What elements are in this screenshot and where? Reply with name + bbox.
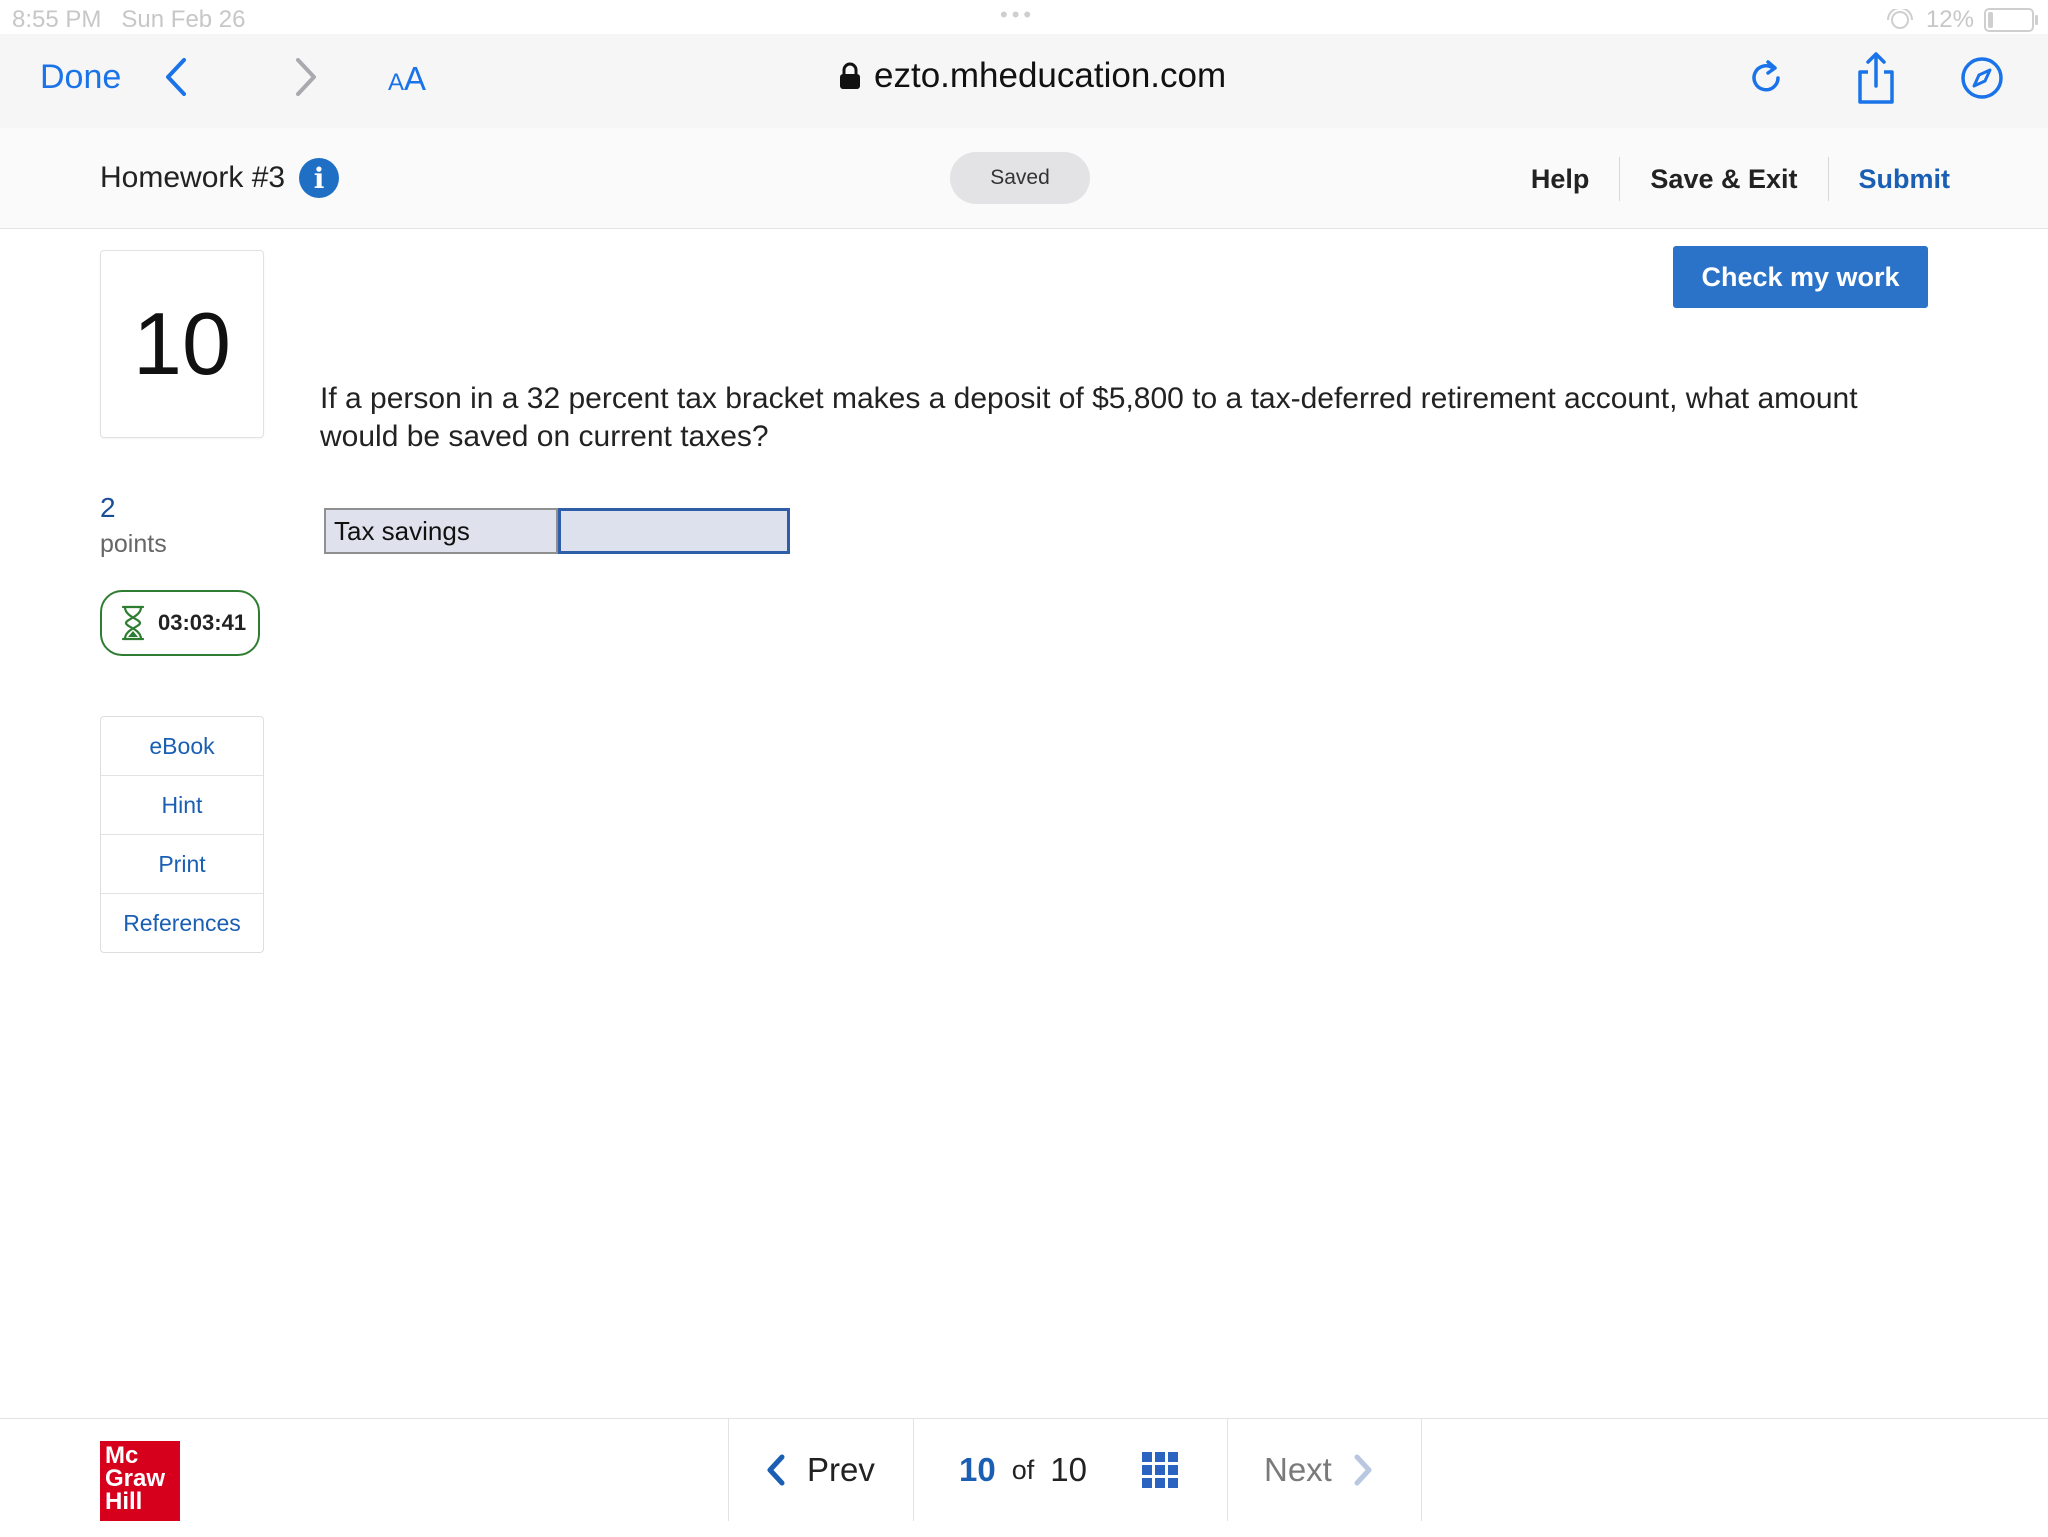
- lock-icon: [840, 62, 860, 89]
- tax-savings-input[interactable]: [558, 508, 790, 554]
- points-value: 2: [100, 492, 116, 523]
- share-icon[interactable]: [1848, 48, 1904, 108]
- question-number-card: 10: [100, 250, 264, 438]
- text-size-button[interactable]: AA: [388, 60, 426, 98]
- next-button[interactable]: Next: [1228, 1419, 1421, 1521]
- battery-icon: [1984, 8, 2038, 32]
- orientation-lock-icon: [1886, 9, 1913, 29]
- hint-link[interactable]: Hint: [101, 775, 263, 834]
- status-time: 8:55 PM Sun Feb 26: [12, 6, 246, 34]
- timer-text: 03:03:41: [158, 610, 247, 635]
- assignment-title-text: Homework #3: [100, 161, 286, 194]
- references-link[interactable]: References: [101, 893, 263, 952]
- grid-icon[interactable]: [1141, 1451, 1179, 1489]
- reload-icon[interactable]: [1738, 48, 1794, 108]
- hourglass-icon: [121, 605, 145, 641]
- info-icon[interactable]: i: [299, 158, 340, 198]
- text-size-small: A: [388, 69, 405, 96]
- ebook-link[interactable]: eBook: [101, 717, 263, 775]
- of-label: of: [1011, 1454, 1035, 1485]
- save-status-badge: Saved: [950, 152, 1090, 204]
- next-label: Next: [1264, 1451, 1332, 1488]
- points-label: points: [100, 530, 167, 558]
- multitasking-dots-icon[interactable]: •••: [1000, 2, 1035, 28]
- total-pages: 10: [1050, 1451, 1087, 1488]
- chevron-right-icon: [1354, 1454, 1372, 1486]
- timer-badge: 03:03:41: [100, 590, 260, 656]
- battery-percent: 12%: [1925, 6, 1974, 33]
- question-pager: Prev 10 of 10 Next: [728, 1419, 1422, 1521]
- question-tools: eBook Hint Print References: [100, 716, 264, 953]
- compass-icon[interactable]: [1954, 48, 2010, 108]
- status-right: 12%: [1884, 6, 2038, 34]
- prev-button[interactable]: Prev: [729, 1419, 914, 1521]
- answer-row: Tax savings: [324, 508, 790, 554]
- submit-link[interactable]: Submit: [1827, 157, 1950, 201]
- page-indicator[interactable]: 10 of 10: [914, 1419, 1228, 1521]
- assignment-header: Homework #3 i Saved Help Save & Exit Sub…: [0, 128, 2048, 229]
- help-link[interactable]: Help: [1501, 157, 1620, 201]
- forward-chevron-icon[interactable]: [284, 52, 328, 102]
- back-chevron-icon[interactable]: [156, 52, 200, 102]
- current-page: 10: [959, 1451, 996, 1488]
- browser-toolbar: Done AA ezto.mheducation.com: [0, 34, 2048, 130]
- footer: Mc Graw Hill Prev 10 of 10 Next: [0, 1418, 2048, 1537]
- assignment-title: Homework #3 i: [100, 158, 340, 198]
- question-text: If a person in a 32 percent tax bracket …: [320, 382, 1858, 453]
- mcgraw-hill-logo: Mc Graw Hill: [100, 1441, 180, 1521]
- chevron-left-icon: [767, 1454, 785, 1486]
- prev-label: Prev: [807, 1451, 875, 1488]
- save-exit-link[interactable]: Save & Exit: [1619, 157, 1827, 201]
- status-bar: 8:55 PM Sun Feb 26 ••• 12%: [0, 0, 2048, 34]
- logo-line-3: Hill: [105, 1488, 143, 1515]
- url-text: ezto.mheducation.com: [874, 56, 1227, 95]
- status-time-text: 8:55 PM: [12, 6, 102, 33]
- done-button[interactable]: Done: [40, 58, 121, 97]
- logo-line-2: Graw: [105, 1465, 166, 1492]
- print-link[interactable]: Print: [101, 834, 263, 893]
- check-my-work-button[interactable]: Check my work: [1673, 246, 1928, 308]
- status-date-text: Sun Feb 26: [121, 6, 246, 33]
- address-bar[interactable]: ezto.mheducation.com: [838, 56, 1226, 96]
- answer-label: Tax savings: [326, 510, 558, 552]
- text-size-large: A: [404, 60, 427, 97]
- logo-line-1: Mc: [105, 1442, 139, 1469]
- header-actions: Help Save & Exit Submit: [1501, 152, 1950, 206]
